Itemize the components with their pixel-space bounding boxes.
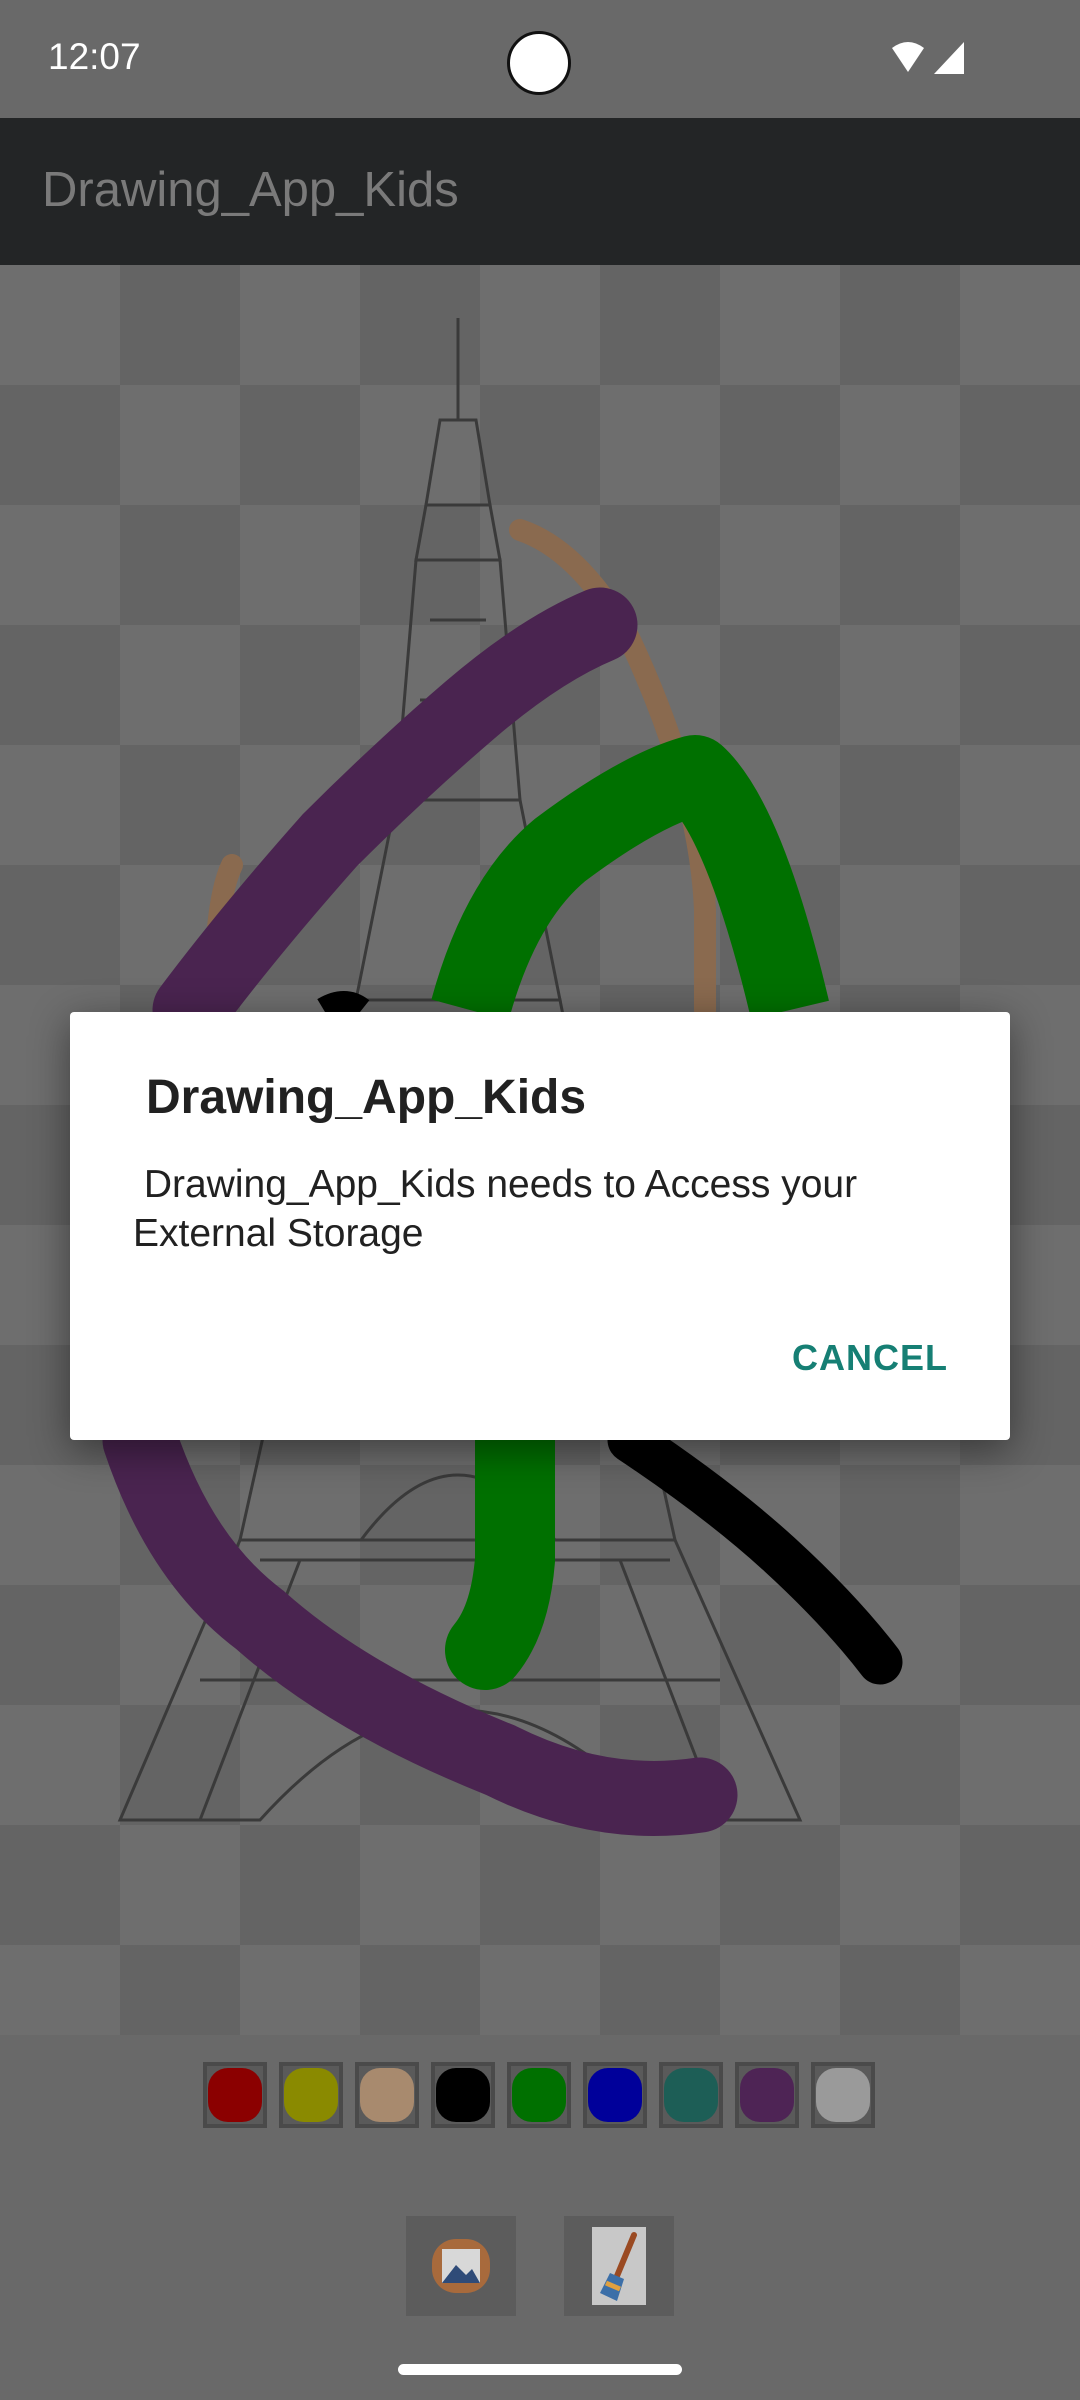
color-dot-purple	[740, 2068, 794, 2122]
color-dot-teal	[664, 2068, 718, 2122]
color-dot-black	[436, 2068, 490, 2122]
home-indicator[interactable]	[398, 2364, 682, 2375]
color-swatch-green[interactable]	[507, 2062, 571, 2128]
color-swatch-blue[interactable]	[583, 2062, 647, 2128]
status-icons	[892, 42, 964, 74]
brush-button[interactable]	[564, 2216, 674, 2316]
color-swatch-teal[interactable]	[659, 2062, 723, 2128]
color-dot-blue	[588, 2068, 642, 2122]
status-time: 12:07	[48, 36, 141, 77]
color-swatch-red[interactable]	[203, 2062, 267, 2128]
color-swatch-olive[interactable]	[279, 2062, 343, 2128]
color-swatch-black[interactable]	[431, 2062, 495, 2128]
app-title: Drawing_App_Kids	[42, 163, 459, 217]
color-swatch-white[interactable]	[811, 2062, 875, 2128]
color-dot-tan	[360, 2068, 414, 2122]
paint-brush-icon	[592, 2227, 646, 2305]
dialog-title: Drawing_App_Kids	[146, 1071, 587, 1124]
dialog-message: Drawing_App_Kids needs to Access your Ex…	[133, 1163, 868, 1255]
wifi-icon	[892, 42, 924, 72]
green-stroke-2	[445, 1400, 555, 1690]
color-dot-red	[208, 2068, 262, 2122]
signal-icon	[934, 42, 964, 74]
color-palette	[203, 2062, 875, 2128]
color-swatch-purple[interactable]	[735, 2062, 799, 2128]
gallery-button[interactable]	[406, 2216, 516, 2316]
image-gallery-icon	[432, 2239, 490, 2293]
cancel-button[interactable]: CANCEL	[792, 1337, 948, 1379]
color-dot-olive	[284, 2068, 338, 2122]
color-dot-green	[512, 2068, 566, 2122]
black-stroke	[607, 1417, 903, 1685]
camera-cutout	[507, 31, 571, 95]
color-swatch-tan[interactable]	[355, 2062, 419, 2128]
purple-stroke-2	[102, 1402, 738, 1836]
status-bar: 12:07	[0, 0, 1080, 118]
color-dot-white	[816, 2068, 870, 2122]
green-stroke	[431, 735, 829, 1021]
permission-dialog: Drawing_App_Kids Drawing_App_Kids needs …	[70, 1012, 1010, 1440]
